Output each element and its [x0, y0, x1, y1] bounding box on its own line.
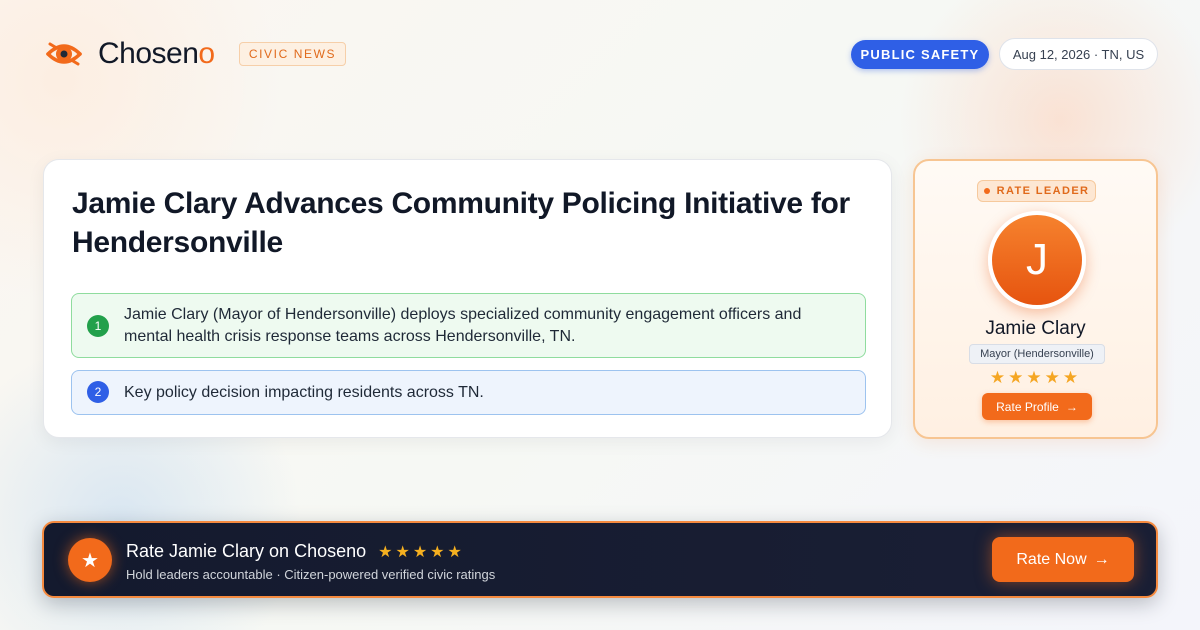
key-point-1: 1 Jamie Clary (Mayor of Hendersonville) … [71, 293, 866, 358]
brand-name: Choseno [98, 37, 215, 70]
key-point-text: Key policy decision impacting residents … [124, 383, 484, 401]
article-headline: Jamie Clary Advances Community Policing … [72, 187, 850, 259]
cta-title: Rate Jamie Clary on Choseno ★★★★★ [126, 541, 465, 562]
dot-icon [983, 188, 990, 194]
arrow-right-icon: → [1065, 399, 1078, 414]
rate-profile-label: Rate Profile [996, 399, 1059, 414]
cta-title-text: Rate Jamie Clary on Choseno [126, 541, 367, 561]
rate-now-label: Rate Now [1016, 550, 1087, 568]
rate-profile-button[interactable]: Rate Profile → [982, 393, 1092, 420]
article-card: Jamie Clary Advances Community Policing … [43, 159, 892, 438]
rate-leader-badge: RATE LEADER [977, 180, 1096, 202]
leader-name: Jamie Clary [985, 318, 1086, 339]
leader-card: RATE LEADER J Jamie Clary Mayor (Henders… [913, 159, 1158, 439]
point-number-badge: 2 [87, 381, 109, 403]
point-number-badge: 1 [87, 315, 109, 337]
star-rating-icon[interactable]: ★★★★★ [915, 368, 1156, 388]
cta-subtitle: Hold leaders accountable · Citizen-power… [126, 567, 496, 582]
cta-banner: ★ Rate Jamie Clary on Choseno ★★★★★ Hold… [42, 521, 1158, 598]
brand-name-accent: o [198, 37, 215, 70]
date-location-pill: Aug 12, 2026 · TN, US [999, 38, 1158, 70]
cta-stars-icon: ★★★★★ [378, 543, 465, 561]
key-point-text: Jamie Clary (Mayor of Hendersonville) de… [124, 305, 802, 345]
leader-role-badge: Mayor (Hendersonville) [969, 344, 1105, 364]
rate-leader-label: RATE LEADER [996, 185, 1090, 197]
avatar: J [988, 211, 1086, 309]
key-point-2: 2 Key policy decision impacting resident… [71, 370, 866, 415]
arrow-right-icon: → [1093, 550, 1110, 568]
rate-now-button[interactable]: Rate Now → [992, 537, 1134, 582]
section-badge: CIVIC NEWS [239, 42, 346, 66]
topic-tag[interactable]: PUBLIC SAFETY [851, 40, 989, 69]
star-icon: ★ [68, 538, 112, 582]
eye-logo-icon [46, 42, 82, 66]
brand-logo[interactable]: Choseno [44, 34, 215, 74]
